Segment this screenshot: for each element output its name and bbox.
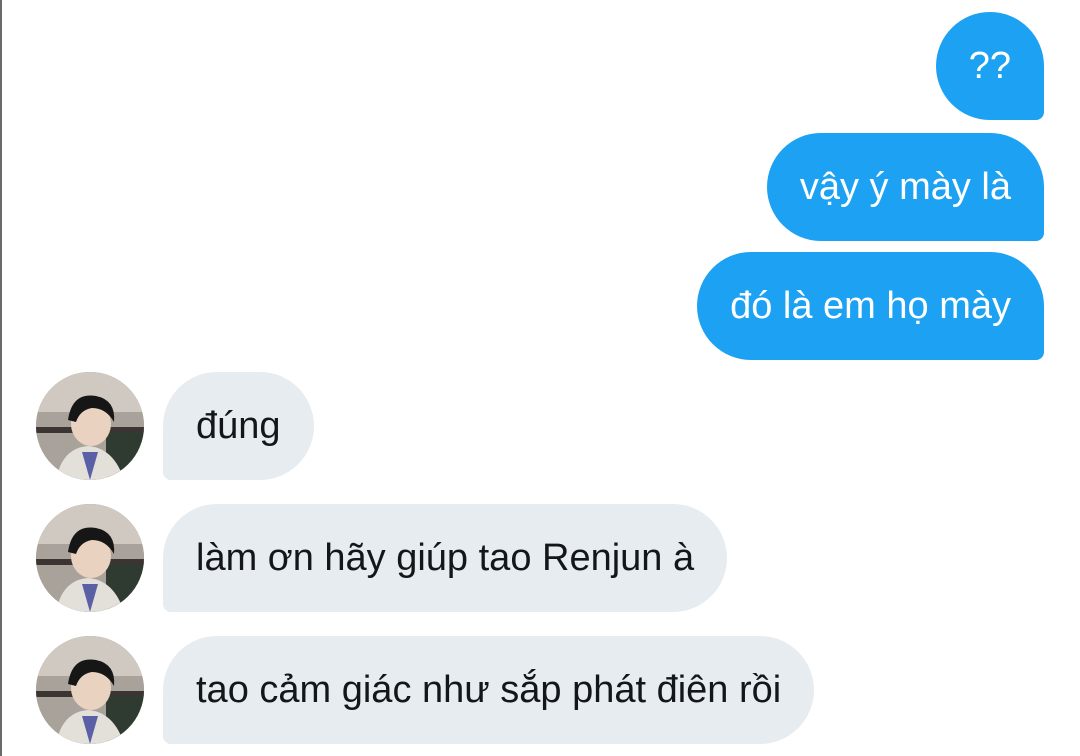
avatar[interactable]: [36, 636, 144, 744]
received-message-bubble[interactable]: tao cảm giác như sắp phát điên rồi: [163, 636, 815, 744]
received-message-bubble[interactable]: làm ơn hãy giúp tao Renjun à: [163, 504, 728, 612]
window-edge: [0, 0, 2, 756]
sent-message-bubble[interactable]: ??: [935, 12, 1044, 120]
sent-message-bubble[interactable]: vậy ý mày là: [766, 133, 1044, 241]
user-avatar-icon: [36, 504, 144, 612]
user-avatar-icon: [36, 372, 144, 480]
received-message-bubble[interactable]: đúng: [163, 372, 314, 480]
avatar[interactable]: [36, 504, 144, 612]
avatar[interactable]: [36, 372, 144, 480]
sent-message-bubble[interactable]: đó là em họ mày: [697, 252, 1044, 360]
user-avatar-icon: [36, 636, 144, 744]
